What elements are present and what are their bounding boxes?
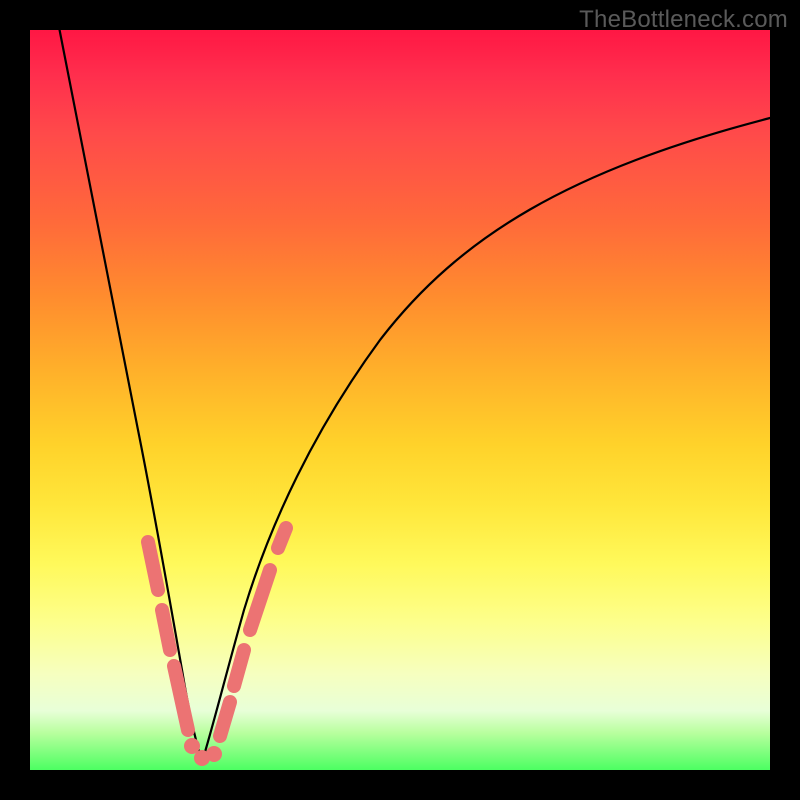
plot-area bbox=[30, 30, 770, 770]
right-curve bbox=[202, 118, 770, 762]
marker-dot bbox=[206, 746, 222, 762]
left-curve bbox=[58, 22, 202, 762]
curve-layer bbox=[30, 30, 770, 770]
marker-segment bbox=[220, 702, 230, 736]
marker-segment bbox=[234, 650, 244, 686]
marker-segment bbox=[148, 542, 158, 590]
marker-segment bbox=[174, 666, 188, 730]
marker-segment bbox=[162, 610, 170, 650]
chart-frame: TheBottleneck.com bbox=[0, 0, 800, 800]
marker-segment bbox=[278, 528, 286, 548]
